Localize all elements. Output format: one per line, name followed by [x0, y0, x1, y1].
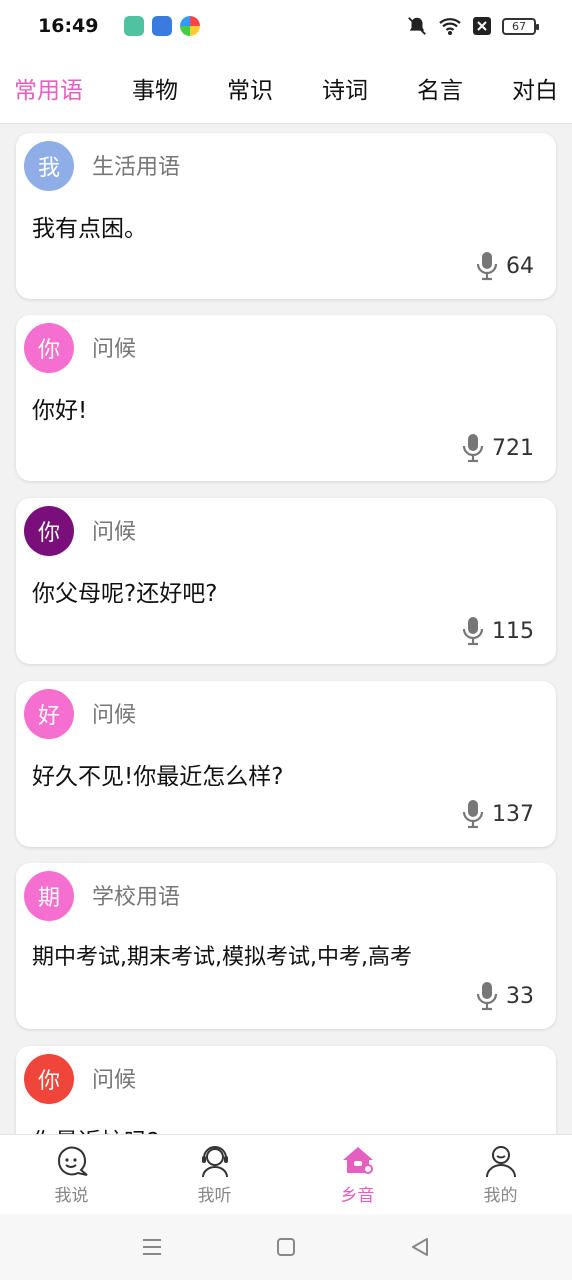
phrase-card[interactable]: 你 问候 你最近忙吗? [16, 1046, 556, 1134]
count-value: 33 [506, 983, 534, 1009]
card-phrase: 好久不见!你最近怎么样? [32, 764, 284, 790]
status-time: 16:49 [38, 15, 99, 37]
status-icons: 67 [406, 15, 539, 37]
person-icon [485, 1146, 516, 1178]
system-nav-bar [0, 1214, 572, 1280]
count-value: 64 [506, 253, 534, 279]
count-value: 115 [492, 618, 534, 644]
nav-label: 乡音 [340, 1186, 375, 1206]
headphones-person-icon [201, 1146, 228, 1178]
card-category: 问候 [92, 520, 137, 545]
phrase-list[interactable]: 我 生活用语 我有点困。 64 你 问候 你好! 721 你 问候 你父母呢?还… [0, 124, 572, 1134]
card-phrase: 你最近忙吗? [32, 1122, 159, 1134]
calculator-app-icon [124, 16, 145, 36]
nav-label: 我说 [54, 1186, 89, 1206]
avatar: 我 [24, 141, 74, 191]
card-category: 问候 [92, 1068, 137, 1093]
nav-mine[interactable]: 我的 [451, 1143, 551, 1206]
card-category: 学校用语 [92, 885, 181, 910]
microphone-icon [476, 252, 498, 281]
count-value: 137 [492, 801, 534, 827]
wifi-icon [439, 18, 461, 35]
card-category: 问候 [92, 337, 137, 362]
record-count[interactable]: 33 [476, 981, 534, 1011]
avatar: 你 [24, 323, 74, 373]
mute-bell-icon [408, 17, 426, 35]
phrase-card[interactable]: 你 问候 你好! 721 [16, 315, 556, 481]
card-phrase: 你好! [32, 398, 88, 424]
back-triangle-icon[interactable] [408, 1235, 432, 1259]
bottom-nav: 我说 我听 乡音 我的 [0, 1134, 572, 1214]
tab-things[interactable]: 事物 [130, 65, 180, 111]
battery-indicator: 67 [502, 17, 539, 35]
home-square-icon[interactable] [274, 1235, 298, 1259]
microphone-icon [476, 982, 498, 1011]
tab-knowledge[interactable]: 常识 [225, 65, 275, 111]
card-phrase: 期中考试,期末考试,模拟考试,中考,高考 [32, 945, 412, 970]
avatar: 好 [24, 689, 74, 739]
no-sim-icon [473, 17, 491, 35]
nav-speak[interactable]: 我说 [22, 1143, 122, 1206]
nav-hometown-voice[interactable]: 乡音 [308, 1143, 408, 1206]
status-bar: 16:49 67 [0, 0, 572, 52]
category-tabs: 常用语 事物 常识 诗词 名言 对白 [0, 52, 572, 124]
tab-common-phrases[interactable]: 常用语 [12, 65, 85, 111]
microphone-icon [462, 434, 484, 463]
avatar: 你 [24, 506, 74, 556]
record-count[interactable]: 115 [462, 616, 534, 646]
tab-quotes[interactable]: 名言 [415, 65, 465, 111]
card-phrase: 我有点困。 [32, 216, 147, 242]
nav-label: 我的 [483, 1186, 518, 1206]
record-count[interactable]: 721 [462, 433, 534, 463]
phrase-card[interactable]: 我 生活用语 我有点困。 64 [16, 133, 556, 299]
record-count[interactable]: 64 [476, 251, 534, 281]
menu-icon[interactable] [140, 1235, 164, 1259]
microphone-icon [462, 800, 484, 829]
record-count[interactable]: 137 [462, 799, 534, 829]
phrase-card[interactable]: 好 问候 好久不见!你最近怎么样? 137 [16, 681, 556, 847]
nav-listen[interactable]: 我听 [165, 1143, 265, 1206]
speech-face-icon [57, 1146, 88, 1176]
nav-label: 我听 [197, 1186, 232, 1206]
count-value: 721 [492, 435, 534, 461]
color-wheel-app-icon [180, 16, 201, 36]
card-phrase: 你父母呢?还好吧? [32, 581, 218, 607]
card-category: 生活用语 [92, 155, 181, 180]
phrase-card[interactable]: 期 学校用语 期中考试,期末考试,模拟考试,中考,高考 33 [16, 863, 556, 1029]
microphone-icon [462, 617, 484, 646]
tab-poetry[interactable]: 诗词 [320, 65, 370, 111]
tab-dialogue[interactable]: 对白 [510, 65, 560, 111]
home-mic-icon [342, 1147, 373, 1174]
avatar: 期 [24, 871, 74, 921]
card-category: 问候 [92, 703, 137, 728]
avatar: 你 [24, 1054, 74, 1104]
phrase-card[interactable]: 你 问候 你父母呢?还好吧? 115 [16, 498, 556, 664]
signal-app-icon [152, 16, 173, 36]
